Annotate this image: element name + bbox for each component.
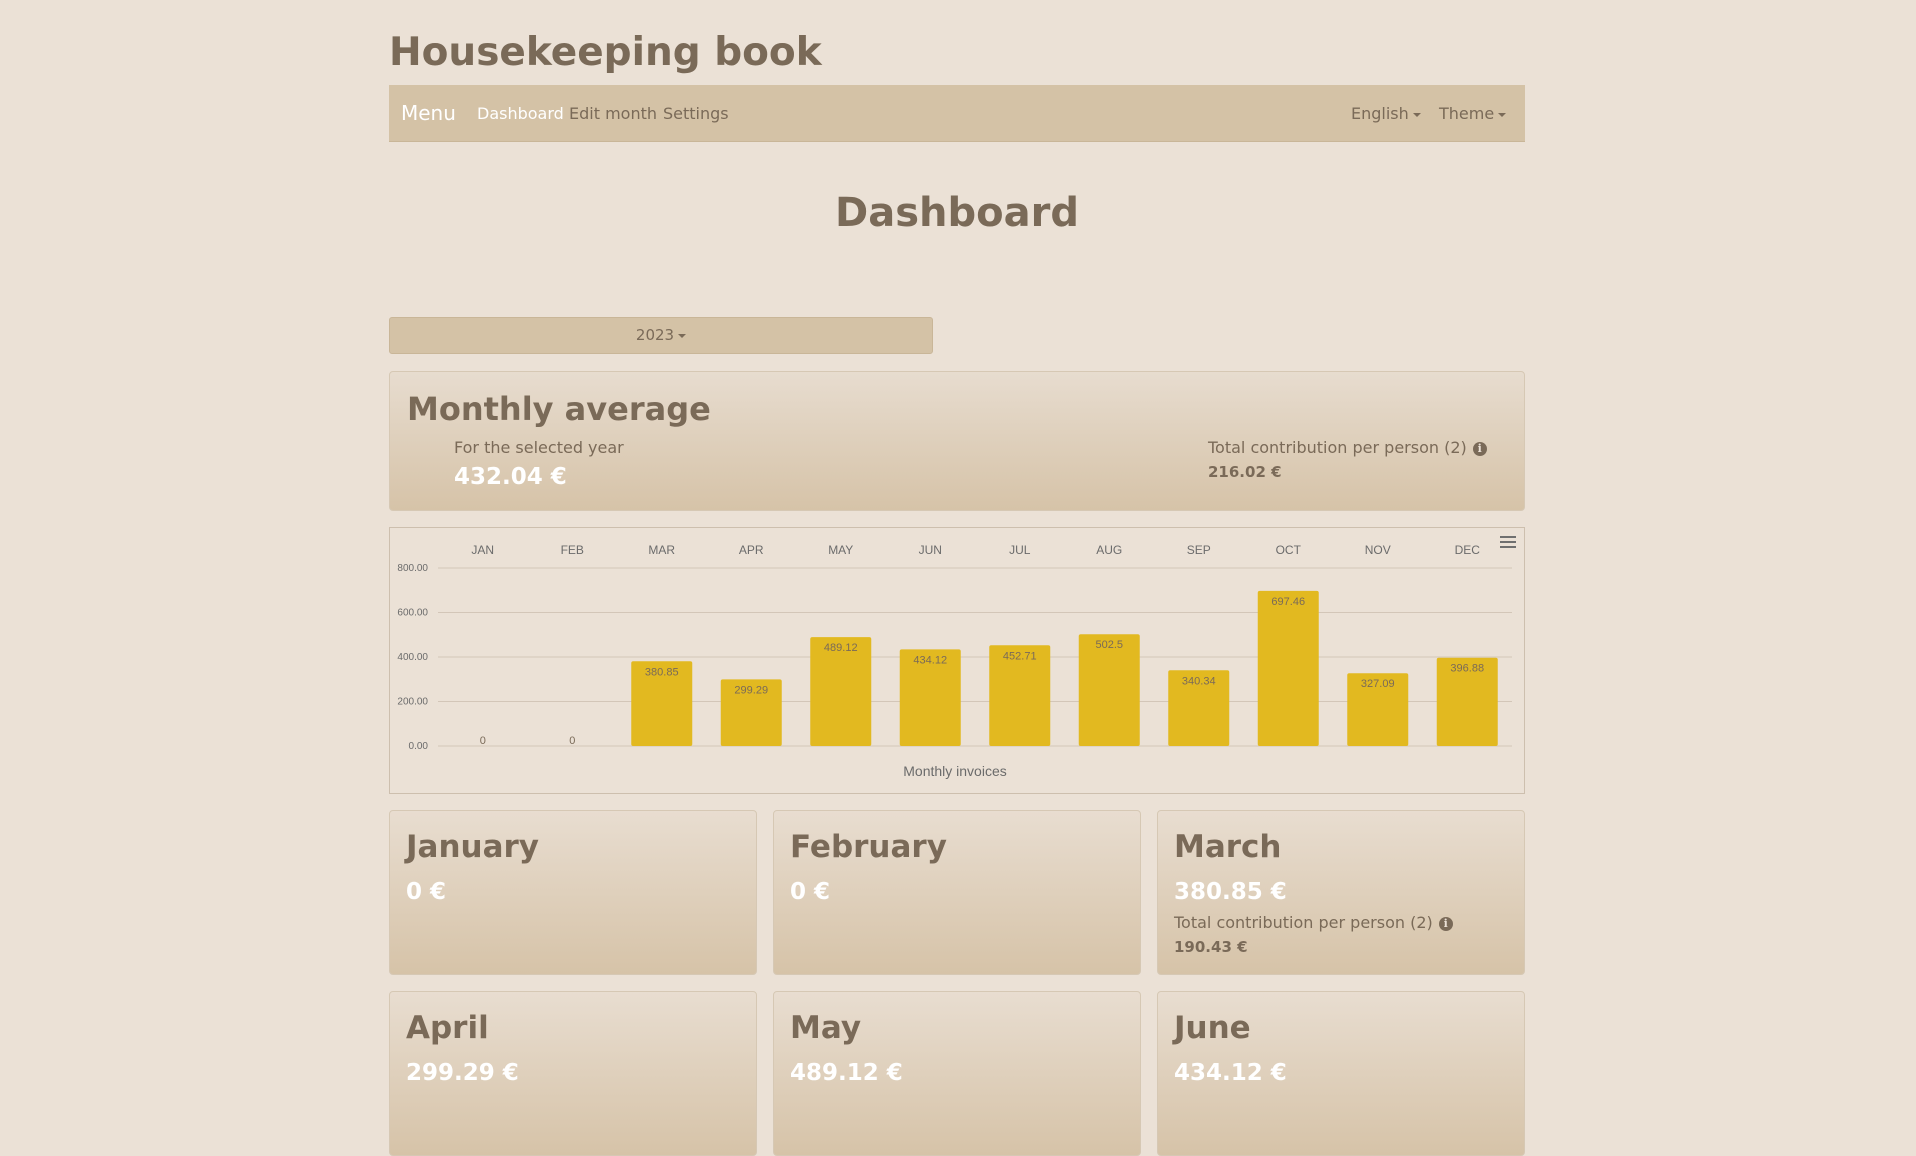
- x-tick-label: MAY: [828, 543, 853, 557]
- x-tick-label: OCT: [1276, 543, 1302, 557]
- month-card-january: January 0 €: [389, 810, 757, 975]
- x-tick-label: JUN: [919, 543, 942, 557]
- y-tick-label: 200.00: [397, 697, 428, 708]
- month-card-march: March 380.85 € Total contribution per pe…: [1157, 810, 1525, 975]
- nav-link-settings[interactable]: Settings: [663, 104, 729, 123]
- data-label: 327.09: [1361, 678, 1395, 690]
- month-name: April: [406, 1010, 489, 1046]
- month-name: June: [1174, 1010, 1251, 1046]
- theme-label: Theme: [1439, 104, 1495, 123]
- month-value: 380.85 €: [1174, 879, 1287, 905]
- x-axis-title: Monthly invoices: [903, 763, 1007, 779]
- month-name: January: [406, 829, 540, 865]
- page-title: Dashboard: [835, 190, 1079, 236]
- monthly-average-card: Monthly average For the selected year 43…: [389, 371, 1525, 511]
- x-tick-label: DEC: [1455, 543, 1481, 557]
- info-icon[interactable]: i: [1438, 916, 1453, 931]
- bar-chart-svg: 0.00 200.00 400.00 600.00 800.00 JAN 0 FEB 0 MAR 3…: [397, 543, 1512, 779]
- y-tick-label: 800.00: [397, 563, 428, 574]
- month-contribution-value: 190.43 €: [1174, 938, 1248, 956]
- navbar: Menu Dashboard Edit month Settings Engli…: [389, 85, 1525, 142]
- month-card-june: June 434.12 €: [1157, 991, 1525, 1156]
- data-label: 434.12: [913, 654, 947, 666]
- month-value: 489.12 €: [790, 1060, 903, 1086]
- data-label: 0: [569, 735, 575, 747]
- caret-down-icon: [678, 333, 687, 338]
- month-card-february: February 0 €: [773, 810, 1141, 975]
- month-name: May: [790, 1010, 862, 1046]
- theme-dropdown[interactable]: Theme: [1439, 104, 1507, 123]
- caret-down-icon: [1498, 112, 1507, 117]
- x-tick-label: FEB: [561, 543, 584, 557]
- data-label: 452.71: [1003, 650, 1037, 662]
- data-label: 0: [480, 735, 486, 747]
- x-tick-label: AUG: [1096, 543, 1122, 557]
- month-card-april: April 299.29 €: [389, 991, 757, 1156]
- y-tick-label: 600.00: [397, 608, 428, 619]
- month-value: 299.29 €: [406, 1060, 519, 1086]
- language-label: English: [1351, 104, 1409, 123]
- chart-menu-icon[interactable]: [1500, 536, 1516, 550]
- nav-link-edit-month[interactable]: Edit month: [569, 104, 657, 123]
- x-tick-label: APR: [739, 543, 764, 557]
- x-tick-label: SEP: [1187, 543, 1211, 557]
- app-title: Housekeeping book: [389, 30, 822, 75]
- data-label: 340.34: [1182, 675, 1216, 687]
- data-label: 697.46: [1271, 596, 1305, 608]
- month-contribution-label: Total contribution per person (2) i: [1174, 913, 1453, 932]
- x-tick-label: MAR: [648, 543, 675, 557]
- data-label: 396.88: [1450, 663, 1484, 675]
- month-value: 0 €: [790, 879, 831, 905]
- x-tick-label: JAN: [471, 543, 494, 557]
- monthly-average-title: Monthly average: [407, 390, 711, 428]
- x-tick-label: NOV: [1365, 543, 1391, 557]
- bar: [1257, 590, 1319, 746]
- year-select-value: 2023: [635, 326, 675, 344]
- nav-brand[interactable]: Menu: [401, 101, 456, 125]
- month-value: 0 €: [406, 879, 447, 905]
- info-icon[interactable]: i: [1472, 441, 1487, 456]
- nav-link-dashboard[interactable]: Dashboard: [477, 104, 564, 123]
- language-dropdown[interactable]: English: [1351, 104, 1421, 123]
- month-name: February: [790, 829, 947, 865]
- y-tick-label: 400.00: [397, 652, 428, 663]
- year-select[interactable]: 2023: [389, 317, 933, 354]
- month-card-may: May 489.12 €: [773, 991, 1141, 1156]
- monthly-average-subtitle: For the selected year: [454, 438, 624, 457]
- data-label: 299.29: [734, 684, 768, 696]
- data-label: 489.12: [824, 642, 858, 654]
- monthly-average-value: 432.04 €: [454, 464, 567, 490]
- x-tick-label: JUL: [1009, 543, 1031, 557]
- month-value: 434.12 €: [1174, 1060, 1287, 1086]
- data-label: 502.5: [1095, 639, 1123, 651]
- month-name: March: [1174, 829, 1282, 865]
- data-label: 380.85: [645, 666, 679, 678]
- contribution-label-text: Total contribution per person (2): [1208, 438, 1467, 457]
- month-contribution-label-text: Total contribution per person (2): [1174, 913, 1433, 932]
- y-tick-label: 0.00: [409, 741, 429, 752]
- contribution-label: Total contribution per person (2) i: [1208, 438, 1487, 457]
- caret-down-icon: [1412, 112, 1421, 117]
- contribution-value: 216.02 €: [1208, 463, 1282, 481]
- monthly-invoices-chart: 0.00 200.00 400.00 600.00 800.00 JAN 0 FEB 0 MAR 3…: [389, 527, 1525, 794]
